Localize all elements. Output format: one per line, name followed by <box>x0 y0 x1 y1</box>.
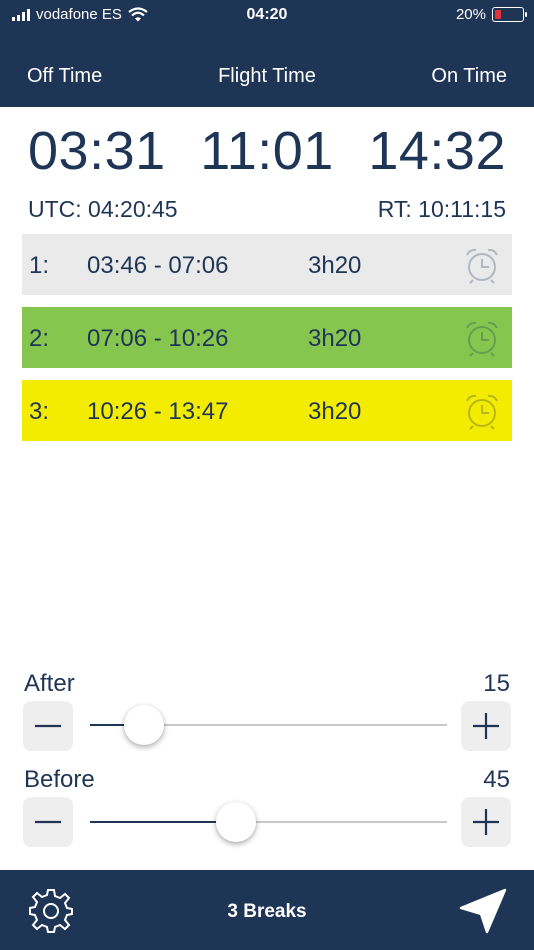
minus-icon <box>35 724 61 728</box>
before-slider-fill <box>90 821 237 823</box>
send-icon[interactable] <box>459 888 507 934</box>
before-decrease-button[interactable] <box>23 797 73 847</box>
break-duration: 3h20 <box>308 325 362 352</box>
header-bar: Off Time Flight Time On Time <box>0 32 534 107</box>
before-slider-track[interactable] <box>90 802 447 842</box>
break-row[interactable]: 2: 07:06 - 10:26 3h20 <box>22 307 512 368</box>
break-duration: 3h20 <box>308 252 362 279</box>
break-range: 03:46 - 07:06 <box>87 252 229 279</box>
minus-icon <box>35 820 61 824</box>
battery-icon <box>492 7 527 22</box>
break-range: 10:26 - 13:47 <box>87 398 229 425</box>
status-bar: vodafone ES 04:20 20% <box>0 0 534 32</box>
on-time-value[interactable]: 14:32 <box>368 120 506 182</box>
plus-icon <box>473 713 499 739</box>
bottom-toolbar: 3 Breaks <box>0 870 534 950</box>
after-slider-track[interactable] <box>90 705 447 745</box>
before-increase-button[interactable] <box>461 797 511 847</box>
before-slider-thumb[interactable] <box>216 802 257 842</box>
rt-clock: RT: 10:11:15 <box>377 196 506 222</box>
after-value: 15 <box>483 670 510 697</box>
after-slider-thumb[interactable] <box>123 705 164 745</box>
on-time-label: On Time <box>431 65 507 87</box>
status-time: 04:20 <box>246 6 288 23</box>
before-value: 45 <box>483 766 510 793</box>
battery-status: 20% <box>455 6 527 23</box>
break-number: 1: <box>29 252 50 279</box>
alarm-clock-icon[interactable] <box>462 245 502 285</box>
alarm-clock-icon[interactable] <box>462 391 502 431</box>
break-number: 3: <box>29 398 50 425</box>
battery-level <box>495 10 501 19</box>
plus-icon <box>473 809 499 835</box>
alarm-clock-icon[interactable] <box>462 318 502 358</box>
after-label: After <box>24 670 75 697</box>
break-range: 07:06 - 10:26 <box>87 325 229 352</box>
break-number: 2: <box>29 325 50 352</box>
breaks-count[interactable]: 3 Breaks <box>0 901 534 923</box>
before-label: Before <box>24 766 95 793</box>
battery-percent: 20% <box>455 6 486 23</box>
after-decrease-button[interactable] <box>23 701 73 751</box>
break-row[interactable]: 1: 03:46 - 07:06 3h20 <box>22 234 512 295</box>
after-increase-button[interactable] <box>461 701 511 751</box>
break-duration: 3h20 <box>308 398 362 425</box>
break-row[interactable]: 3: 10:26 - 13:47 3h20 <box>22 380 512 441</box>
utc-clock: UTC: 04:20:45 <box>28 196 178 222</box>
